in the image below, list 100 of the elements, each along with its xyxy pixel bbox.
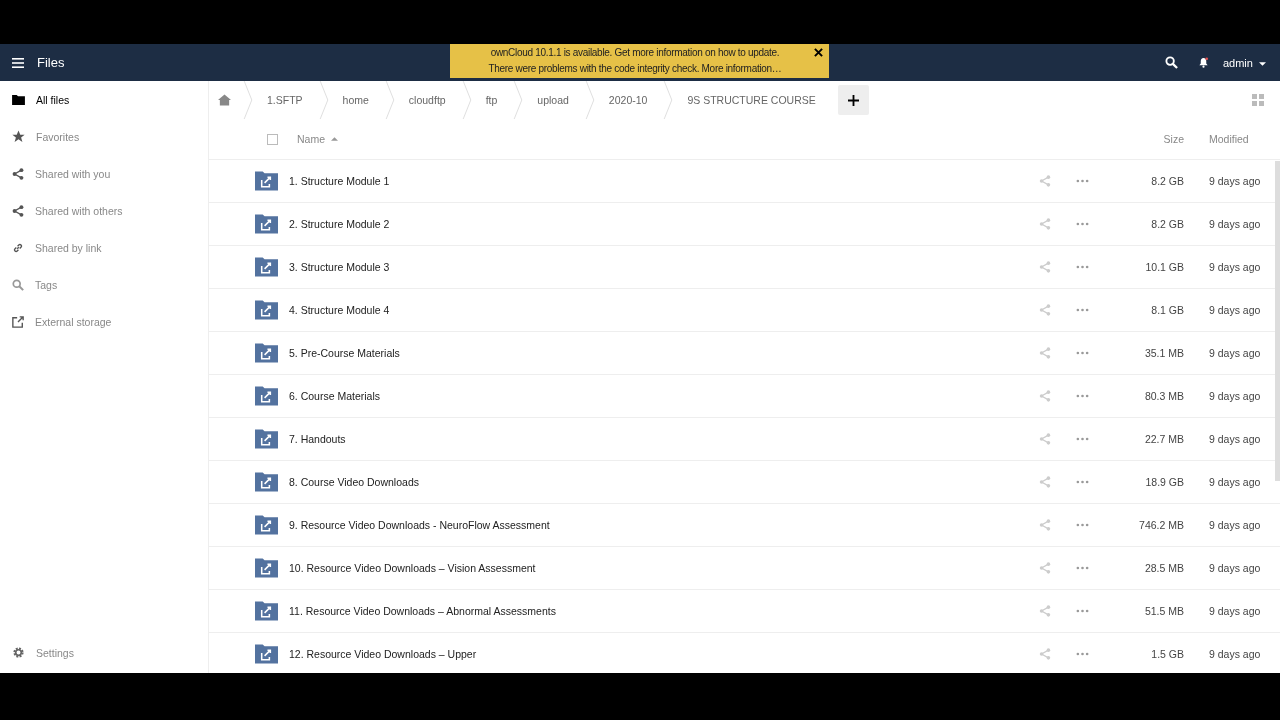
share-icon[interactable] <box>1039 433 1051 445</box>
share-icon[interactable] <box>1039 347 1051 359</box>
sort-arrow-icon[interactable] <box>331 137 338 141</box>
more-icon[interactable] <box>1076 480 1089 484</box>
more-icon[interactable] <box>1076 351 1089 355</box>
share-icon[interactable] <box>1039 304 1051 316</box>
breadcrumb-link[interactable]: cloudftp <box>408 94 446 106</box>
file-name[interactable]: 12. Resource Video Downloads – Upper <box>289 648 477 660</box>
chevron-icon <box>318 81 329 119</box>
file-name[interactable]: 3. Structure Module 3 <box>289 261 390 273</box>
column-header[interactable]: Name <box>297 133 325 145</box>
share-icon[interactable] <box>1039 605 1051 617</box>
file-size: 8.2 GB <box>1150 175 1184 187</box>
file-size: 8.2 GB <box>1150 218 1184 230</box>
file-name[interactable]: 9. Resource Video Downloads - NeuroFlow Assessment <box>289 519 550 531</box>
settings-item[interactable]: Settings <box>0 634 208 671</box>
file-size: 22.7 MB <box>1143 433 1184 445</box>
sidebar-label: Favorites <box>36 130 80 143</box>
chevron-icon <box>461 81 472 119</box>
file-name[interactable]: 5. Pre-Course Materials <box>289 347 400 359</box>
sidebar-label: Shared with you <box>35 167 111 180</box>
breadcrumb-link[interactable]: ftp <box>485 94 498 106</box>
sidebar-item[interactable]: Shared with you <box>0 155 208 192</box>
file-name[interactable]: 2. Structure Module 2 <box>289 218 390 230</box>
sidebar-item[interactable]: Tags <box>0 266 208 303</box>
modified-date: 9 days ago <box>1209 562 1262 574</box>
new-button[interactable] <box>837 85 869 115</box>
user-menu[interactable]: admin <box>1222 56 1266 69</box>
share-icon[interactable] <box>1039 476 1051 488</box>
sidebar-item[interactable]: Shared with others <box>0 192 208 229</box>
search-icon <box>12 278 24 291</box>
sidebar-label: All files <box>36 93 70 106</box>
more-icon[interactable] <box>1076 394 1089 398</box>
column-header[interactable]: Modified <box>1209 133 1280 145</box>
more-icon[interactable] <box>1076 652 1089 656</box>
breadcrumb-link[interactable]: 1.SFTP <box>267 94 303 106</box>
more-icon[interactable] <box>1076 523 1089 527</box>
bell-icon[interactable] <box>1197 57 1209 68</box>
more-icon[interactable] <box>1076 265 1089 269</box>
share-icon[interactable] <box>1039 562 1051 574</box>
file-size: 80.3 MB <box>1143 390 1184 402</box>
share-icon[interactable] <box>1039 648 1051 660</box>
more-icon[interactable] <box>1076 179 1089 183</box>
sidebar-item[interactable]: All files <box>0 81 208 118</box>
close-icon[interactable] <box>814 48 823 57</box>
share-icon[interactable] <box>1039 218 1051 230</box>
chevron-icon <box>384 81 395 119</box>
link-icon <box>12 241 24 254</box>
more-icon[interactable] <box>1076 437 1089 441</box>
shared-folder-icon <box>255 257 278 277</box>
more-icon[interactable] <box>1076 222 1089 226</box>
shared-folder-icon <box>255 601 278 621</box>
breadcrumb-link[interactable]: home <box>342 94 369 106</box>
modified-date: 9 days ago <box>1209 476 1262 488</box>
file-name[interactable]: 7. Handouts <box>289 433 346 445</box>
menu-icon[interactable] <box>12 57 24 68</box>
select-all-checkbox[interactable] <box>267 133 278 145</box>
file-name[interactable]: 4. Structure Module 4 <box>289 304 390 316</box>
share-icon[interactable] <box>1039 261 1051 273</box>
share-icon[interactable] <box>1039 175 1051 187</box>
sidebar-item[interactable]: External storage <box>0 303 208 340</box>
more-icon[interactable] <box>1076 308 1089 312</box>
sidebar-label: External storage <box>35 315 112 328</box>
more-icon[interactable] <box>1076 609 1089 613</box>
file-size: 18.9 GB <box>1144 476 1184 488</box>
file-name[interactable]: 10. Resource Video Downloads – Vision Assessment <box>289 562 536 574</box>
modified-date: 9 days ago <box>1209 175 1262 187</box>
modified-date: 9 days ago <box>1209 261 1262 273</box>
sidebar-item[interactable]: Favorites <box>0 118 208 155</box>
modified-date: 9 days ago <box>1209 304 1262 316</box>
plus-icon <box>847 94 859 106</box>
breadcrumb-link[interactable]: upload <box>537 94 569 106</box>
sidebar-label: Settings <box>36 646 74 659</box>
home-icon[interactable] <box>218 94 231 106</box>
file-name[interactable]: 1. Structure Module 1 <box>289 175 390 187</box>
breadcrumb-link[interactable]: 9S STRUCTURE COURSE <box>687 94 816 106</box>
share-icon[interactable] <box>1039 390 1051 402</box>
chevron-icon <box>584 81 595 119</box>
modified-date: 9 days ago <box>1209 433 1262 445</box>
sidebar-item[interactable]: Shared by link <box>0 229 208 266</box>
file-name[interactable]: 6. Course Materials <box>289 390 381 402</box>
scrollbar[interactable] <box>1275 161 1280 481</box>
column-header[interactable]: Size <box>1114 133 1184 145</box>
sidebar-label: Shared by link <box>35 241 102 254</box>
notification-text[interactable]: ownCloud 10.1.1 is available. Get more information on how to update. <box>490 45 780 61</box>
file-name[interactable]: 11. Resource Video Downloads – Abnormal Assessments <box>289 605 556 617</box>
shared-folder-icon <box>255 171 278 191</box>
sidebar-label: Shared with others <box>35 204 123 217</box>
file-size: 10.1 GB <box>1144 261 1184 273</box>
file-name[interactable]: 8. Course Video Downloads <box>289 476 419 488</box>
share-icon[interactable] <box>1039 519 1051 531</box>
search-icon[interactable] <box>1164 56 1178 69</box>
modified-date: 9 days ago <box>1209 519 1262 531</box>
app-title[interactable]: Files <box>37 55 65 70</box>
grid-view-icon[interactable] <box>1252 94 1264 106</box>
notification-text[interactable]: There were problems with the code integrity check. More information… <box>488 61 782 77</box>
breadcrumb-link[interactable]: 2020-10 <box>608 94 648 106</box>
shared-folder-icon <box>255 472 278 492</box>
more-icon[interactable] <box>1076 566 1089 570</box>
modified-date: 9 days ago <box>1209 648 1262 660</box>
